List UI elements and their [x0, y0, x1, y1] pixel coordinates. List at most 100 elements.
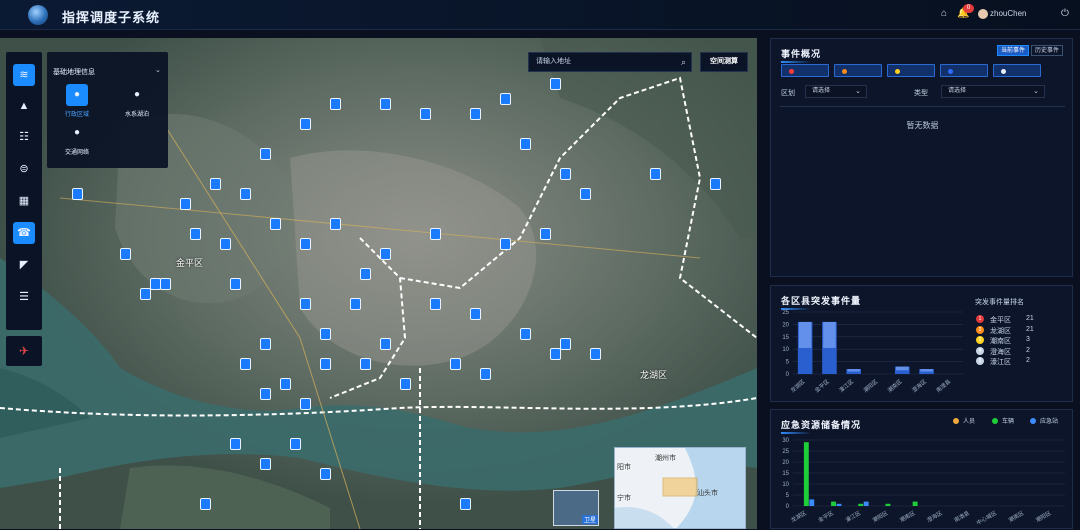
incident-pin-icon[interactable]	[300, 118, 311, 130]
level-filter-blue[interactable]	[940, 64, 988, 77]
incident-pin-icon[interactable]	[280, 378, 291, 390]
overview-minimap[interactable]: 潮州市 汕头市 阳市 宁市	[614, 447, 746, 529]
chevron-down-icon[interactable]: ⌄	[155, 66, 161, 74]
incident-pin-icon[interactable]	[160, 278, 171, 290]
incident-pin-icon[interactable]	[120, 248, 131, 260]
incident-pin-icon[interactable]	[230, 438, 241, 450]
incident-pin-icon[interactable]	[300, 398, 311, 410]
incident-pin-icon[interactable]	[330, 98, 341, 110]
search-icon[interactable]: ⌕	[681, 53, 686, 71]
phone-icon[interactable]: ☎	[13, 222, 35, 244]
rank-badge: 4	[976, 346, 984, 355]
layer-item-traffic[interactable]: ● 交通网络	[57, 122, 97, 156]
incident-pin-icon[interactable]	[300, 238, 311, 250]
incident-pin-icon[interactable]	[360, 358, 371, 370]
incident-pin-icon[interactable]	[260, 388, 271, 400]
district-select[interactable]: 请选择 ⌄	[805, 85, 867, 98]
x-tick-label: 潮阳区	[861, 377, 879, 394]
search-list-icon[interactable]: ☰	[13, 286, 35, 308]
incident-pin-icon[interactable]	[200, 498, 211, 510]
incident-pin-icon[interactable]	[320, 328, 331, 340]
incident-pin-icon[interactable]	[550, 78, 561, 90]
incident-pin-icon[interactable]	[260, 338, 271, 350]
incident-pin-icon[interactable]	[430, 228, 441, 240]
incident-pin-icon[interactable]	[140, 288, 151, 300]
incident-pin-icon[interactable]	[550, 348, 561, 360]
incident-pin-icon[interactable]	[320, 468, 331, 480]
layers-icon[interactable]: ≋	[13, 64, 35, 86]
y-tick-label: 10	[782, 482, 789, 488]
y-tick-label: 5	[786, 493, 790, 499]
incident-pin-icon[interactable]	[380, 338, 391, 350]
incident-pin-icon[interactable]	[560, 338, 571, 350]
camera-icon[interactable]: ◤	[13, 254, 35, 276]
dot-icon	[895, 69, 900, 74]
user-name[interactable]: zhouChen	[990, 9, 1026, 18]
org-icon[interactable]: ☷	[13, 126, 35, 148]
incident-pin-icon[interactable]	[180, 198, 191, 210]
incident-pin-icon[interactable]	[450, 358, 461, 370]
incident-pin-icon[interactable]	[460, 498, 471, 510]
incident-pin-icon[interactable]	[240, 188, 251, 200]
alarm-icon[interactable]: ⊜	[13, 158, 35, 180]
apps-icon[interactable]: ▦	[13, 190, 35, 212]
incident-pin-icon[interactable]	[540, 228, 551, 240]
type-select[interactable]: 请选择 ⌄	[941, 85, 1045, 98]
incident-pin-icon[interactable]	[470, 108, 481, 120]
x-tick-label: 金平区	[816, 509, 835, 524]
incident-pin-icon[interactable]	[560, 168, 571, 180]
incident-pin-icon[interactable]	[190, 228, 201, 240]
map-place-label: 龙湖区	[640, 370, 668, 380]
tab-history-events[interactable]: 历史事件	[1031, 45, 1064, 56]
warning-icon[interactable]: ▲	[13, 95, 35, 117]
layer-item-admin[interactable]: ● 行政区域	[57, 84, 97, 118]
incident-pin-icon[interactable]	[230, 278, 241, 290]
tab-current-events[interactable]: 当前事件	[997, 45, 1030, 56]
incident-pin-icon[interactable]	[400, 378, 411, 390]
incident-pin-icon[interactable]	[360, 268, 371, 280]
home-icon[interactable]: ⌂	[938, 8, 950, 20]
basemap-switch[interactable]: 卫星	[553, 490, 599, 526]
level-filter-orange[interactable]	[834, 64, 882, 77]
incident-pin-icon[interactable]	[260, 458, 271, 470]
incident-pin-icon[interactable]	[500, 238, 511, 250]
incident-pin-icon[interactable]	[350, 298, 361, 310]
incident-pin-icon[interactable]	[220, 238, 231, 250]
incident-pin-icon[interactable]	[330, 218, 341, 230]
rank-row: 1 金平区 21	[976, 315, 1066, 325]
incident-pin-icon[interactable]	[520, 328, 531, 340]
incident-pin-icon[interactable]	[240, 358, 251, 370]
satellite-icon[interactable]: ✈	[6, 336, 42, 366]
level-filter-yellow[interactable]	[887, 64, 935, 77]
incident-pin-icon[interactable]	[270, 218, 281, 230]
incident-pin-icon[interactable]	[420, 108, 431, 120]
level-filter-white[interactable]	[993, 64, 1041, 77]
incident-pin-icon[interactable]	[300, 298, 311, 310]
address-search-input[interactable]: 请输入地址 ⌕	[528, 52, 692, 72]
district-events-panel: 各区县突发事件量 0 5 10 15 20 25 龙湖区 金平区 濠江区 潮阳区 潮南区 澄海区 南澳县…	[770, 285, 1073, 402]
incident-pin-icon[interactable]	[580, 188, 591, 200]
incident-pin-icon[interactable]	[430, 298, 441, 310]
level-filter-red[interactable]	[781, 64, 829, 77]
space-measure-button[interactable]: 空间测算	[700, 52, 748, 72]
incident-pin-icon[interactable]	[290, 438, 301, 450]
incident-pin-icon[interactable]	[650, 168, 661, 180]
incident-pin-icon[interactable]	[380, 248, 391, 260]
incident-pin-icon[interactable]	[72, 188, 83, 200]
x-tick-label: 南澳县	[934, 377, 952, 394]
y-tick-label: 20	[782, 460, 789, 466]
incident-pin-icon[interactable]	[320, 358, 331, 370]
layer-item-water[interactable]: ● 水系湖泊	[117, 84, 157, 118]
power-icon[interactable]: ⏻	[1059, 8, 1071, 20]
avatar[interactable]	[978, 9, 988, 19]
bar-highlight	[798, 321, 812, 348]
incident-pin-icon[interactable]	[210, 178, 221, 190]
incident-pin-icon[interactable]	[500, 93, 511, 105]
incident-pin-icon[interactable]	[470, 308, 481, 320]
incident-pin-icon[interactable]	[380, 98, 391, 110]
incident-pin-icon[interactable]	[480, 368, 491, 380]
incident-pin-icon[interactable]	[710, 178, 721, 190]
incident-pin-icon[interactable]	[260, 148, 271, 160]
incident-pin-icon[interactable]	[590, 348, 601, 360]
incident-pin-icon[interactable]	[520, 138, 531, 150]
